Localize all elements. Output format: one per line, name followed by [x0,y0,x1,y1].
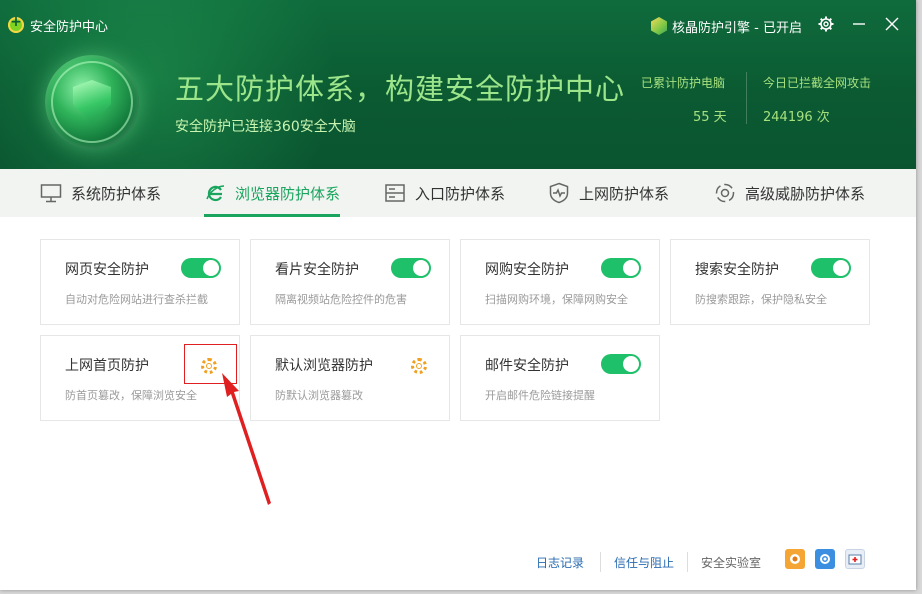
lab-settings-icon[interactable] [815,549,835,569]
footer-divider [687,552,688,572]
main-window: 安全防护中心 核晶防护引擎 - 已开启 五大防护体系，构建安全防护中心 安全防护… [0,0,916,590]
log-link[interactable]: 日志记录 [536,554,584,571]
lab-firstaid-icon[interactable] [845,549,865,569]
trust-block-link[interactable]: 信任与阻止 [614,554,674,571]
annotation-arrow [222,373,271,505]
footer-divider [600,552,601,572]
security-lab-label: 安全实验室 [701,556,762,570]
lab-tool-icon[interactable] [785,549,805,569]
